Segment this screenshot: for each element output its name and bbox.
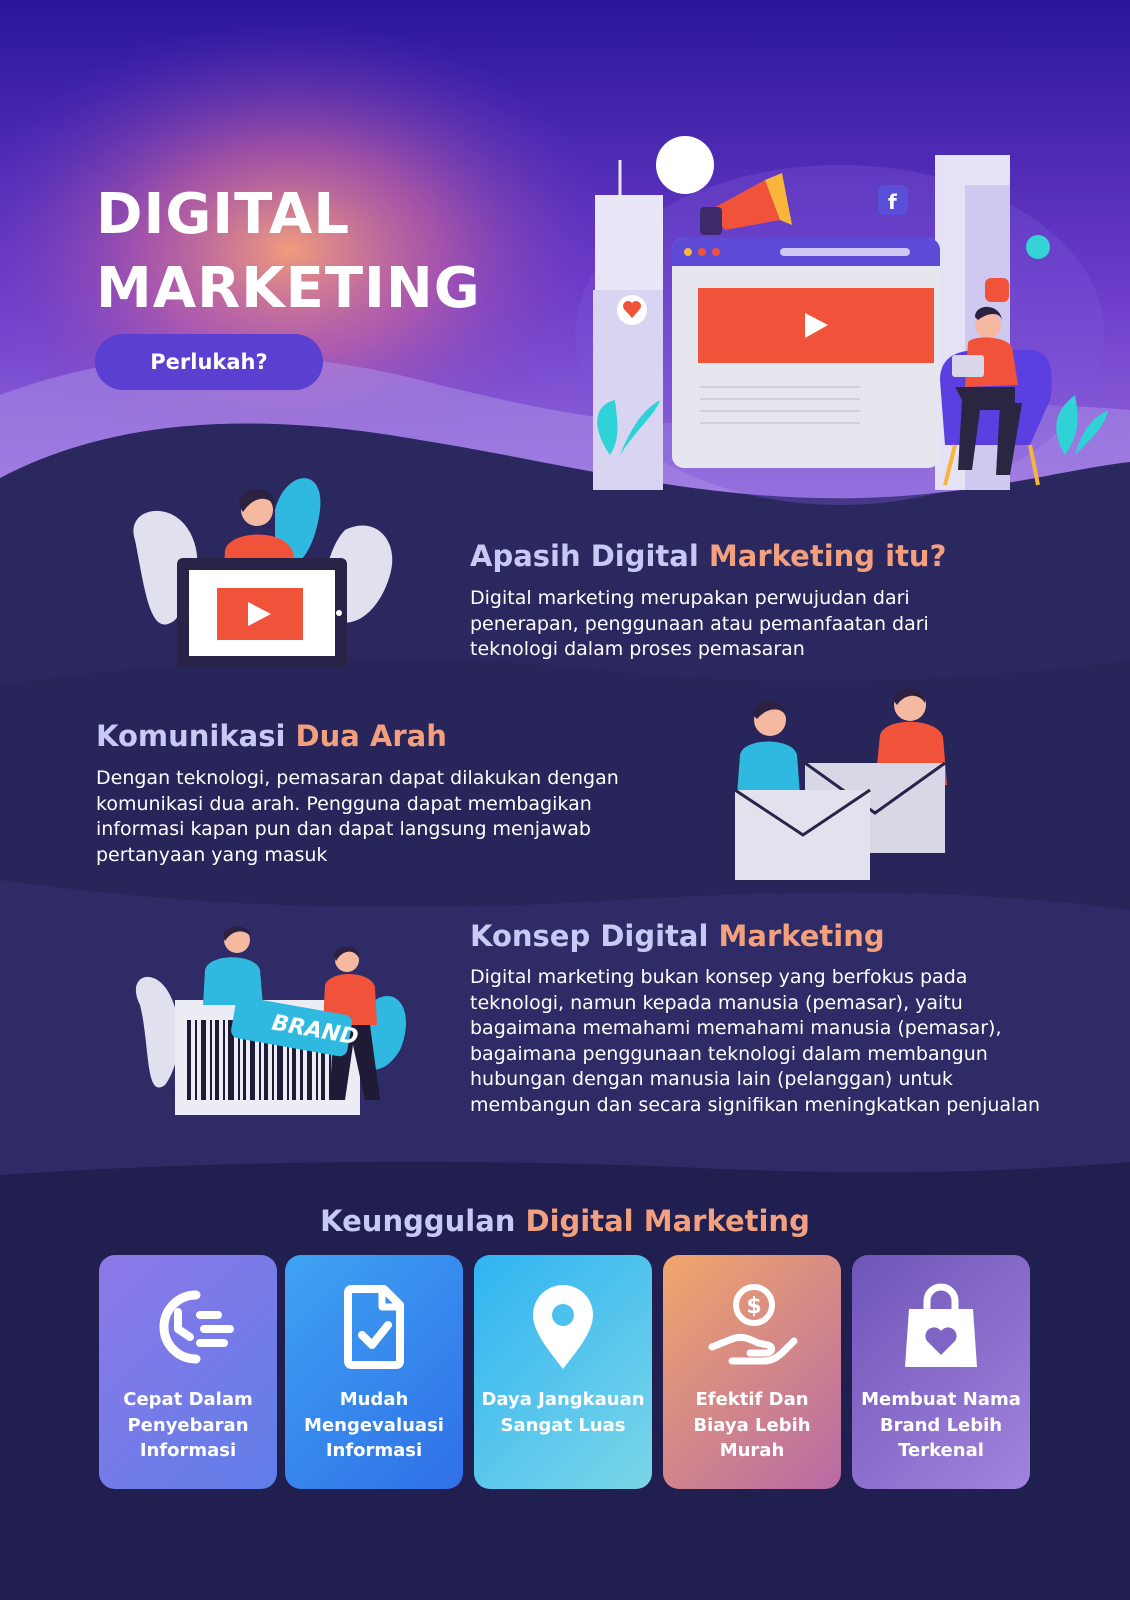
advantages-title-part2: Digital Marketing (525, 1204, 810, 1238)
section-3-title-part2: Marketing (718, 919, 885, 953)
hero-title-line2: MARKETING (96, 256, 481, 321)
svg-text:$: $ (746, 1294, 761, 1319)
advantage-card-fast: Cepat Dalam Penyebaran Informasi (99, 1255, 277, 1489)
section-3-title: Konsep Digital Marketing (470, 917, 885, 955)
section-1-title-part2: Marketing itu? (708, 539, 947, 573)
advantage-card-reach: Daya Jangkauan Sangat Luas (474, 1255, 652, 1489)
section-1-title: Apasih Digital Marketing itu? (470, 537, 946, 575)
section-2-body: Dengan teknologi, pemasaran dapat dilaku… (96, 767, 619, 866)
fast-clock-icon (159, 1290, 234, 1364)
advantage-card-label: Membuat Nama Brand Lebih Terkenal (861, 1389, 1021, 1461)
advantage-card-cost: $ Efektif Dan Biaya Lebih Murah (663, 1255, 841, 1489)
advantage-card-label: Cepat Dalam Penyebaran Informasi (123, 1389, 253, 1461)
advantage-card-evaluate: Mudah Mengevaluasi Informasi (285, 1255, 463, 1489)
advantages-title: Keunggulan Digital Marketing (0, 1202, 1130, 1240)
advantage-card-label: Daya Jangkauan Sangat Luas (481, 1389, 645, 1436)
section-2-title-part1: Komunikasi (96, 719, 286, 753)
money-hand-icon: $ (708, 1284, 798, 1365)
hero-title: DIGITAL MARKETING (96, 178, 556, 326)
hero-title-line1: DIGITAL (96, 182, 350, 247)
section-1-body: Digital marketing merupakan perwujudan d… (470, 587, 929, 660)
document-check-icon (344, 1285, 404, 1369)
section-2-title-part2: Dua Arah (295, 719, 447, 753)
section-3-title-part1: Konsep Digital (470, 919, 709, 953)
video-tablet-illustration (133, 478, 393, 668)
advantage-card-label: Efektif Dan Biaya Lebih Murah (693, 1389, 811, 1461)
advantage-card-brand: Membuat Nama Brand Lebih Terkenal (852, 1255, 1030, 1489)
section-3-body: Digital marketing bukan konsep yang berf… (470, 966, 1041, 1116)
location-pin-icon (533, 1285, 593, 1369)
hero-illustration: f (575, 136, 1108, 505)
section-1-title-part1: Apasih Digital (470, 539, 699, 573)
advantages-title-part1: Keunggulan (320, 1204, 516, 1238)
svg-text:f: f (888, 190, 897, 214)
section-2-title: Komunikasi Dua Arah (96, 717, 447, 755)
envelopes-illustration (734, 688, 947, 880)
perlukah-button[interactable]: Perlukah? (95, 334, 323, 390)
advantage-card-label: Mudah Mengevaluasi Informasi (304, 1389, 444, 1461)
shopping-bag-heart-icon (905, 1283, 977, 1367)
